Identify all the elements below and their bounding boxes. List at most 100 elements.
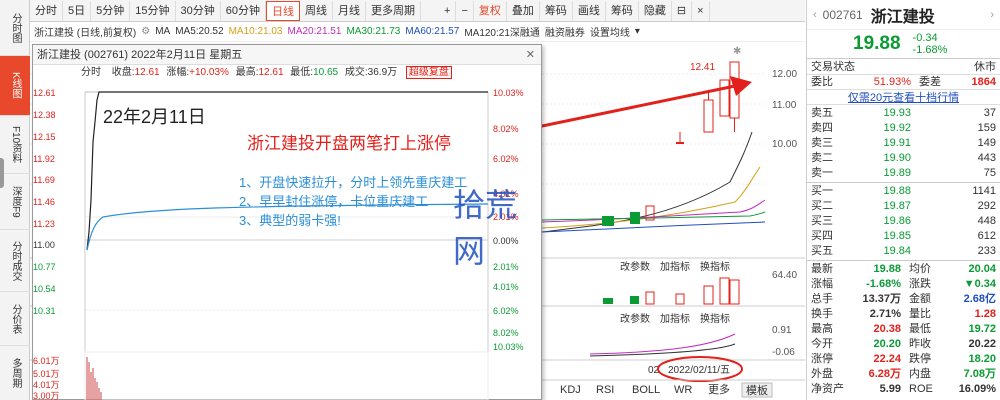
- stat-label: 金额: [909, 293, 931, 305]
- weicha-value: 1864: [971, 76, 996, 88]
- stat-row: 涨幅 -1.68% 涨跌 ▼0.34: [811, 277, 996, 292]
- ask-row[interactable]: 卖四 19.92 159: [811, 121, 996, 136]
- ask-volume: 37: [983, 107, 996, 119]
- ask-price: 19.89: [883, 167, 911, 179]
- nav-kline[interactable]: K线图: [0, 56, 30, 116]
- margin-trading-link[interactable]: 融资融券: [545, 24, 585, 39]
- collapse-handle[interactable]: [0, 158, 4, 188]
- toolbar: 分时 5日 5分钟 15分钟 30分钟 60分钟 日线 周线 月线 更多周期 +…: [30, 0, 805, 22]
- tab-more[interactable]: 更多: [708, 382, 730, 396]
- stat-value: 19.88: [873, 263, 901, 275]
- bid-row[interactable]: 买二 19.87 292: [811, 199, 996, 214]
- ask-row[interactable]: 卖五 19.93 37: [811, 106, 996, 121]
- bid-row[interactable]: 买三 19.86 448: [811, 214, 996, 229]
- ask-level-label: 卖二: [811, 152, 833, 164]
- popup-info-row: 分时 收盘:12.61 涨幅:+10.03% 最高:12.61 最低:10.65…: [33, 65, 541, 81]
- chevron-down-icon[interactable]: ▾: [635, 26, 640, 37]
- settings-icon[interactable]: ⚙: [141, 26, 150, 37]
- popup-title-bar: 浙江建投 (002761) 2022年2月11日 星期五 ✕: [33, 45, 541, 65]
- ask-row[interactable]: 卖二 19.90 443: [811, 151, 996, 166]
- tab-kdj[interactable]: KDJ: [560, 384, 581, 396]
- nav-intraday[interactable]: 分时图: [0, 0, 30, 56]
- stat-value: 6.28万: [868, 368, 901, 380]
- left-nav: 分时图 K线图 F10资料 深度F9 分时成交 分价表 多周期: [0, 0, 30, 400]
- nav-price-table[interactable]: 分价表: [0, 292, 30, 346]
- ask-volume: 75: [983, 167, 996, 179]
- chips-button[interactable]: 筹码: [540, 0, 573, 21]
- super-replay-button[interactable]: 超级复盘: [405, 66, 452, 79]
- chips2-button[interactable]: 筹码: [606, 0, 639, 21]
- nav-price-table-label: 分价表: [10, 303, 21, 334]
- intraday-popup: 浙江建投 (002761) 2022年2月11日 星期五 ✕ 分时 收盘:12.…: [32, 44, 542, 400]
- stat-row: 外盘 6.28万 内盘 7.08万: [811, 367, 996, 382]
- vol-switch-indicator-button[interactable]: 换指标: [700, 260, 730, 273]
- ma-settings-link[interactable]: 设置均线: [590, 24, 630, 39]
- period-intraday[interactable]: 分时: [30, 0, 63, 21]
- period-monthly[interactable]: 月线: [333, 0, 366, 21]
- bid-level-label: 买三: [811, 215, 833, 227]
- bid-volume: 612: [977, 230, 996, 242]
- stat-label: ROE: [909, 383, 933, 395]
- macd-add-indicator-button[interactable]: 加指标: [660, 312, 690, 325]
- note-3: 3、典型的弱卡强!: [239, 213, 341, 228]
- close-icon[interactable]: ×: [692, 0, 710, 21]
- ask-row[interactable]: 卖一 19.89 75: [811, 166, 996, 181]
- vol-add-indicator-button[interactable]: 加指标: [660, 260, 690, 273]
- overlay-button[interactable]: 叠加: [507, 0, 540, 21]
- adjust-button[interactable]: 复权: [474, 0, 507, 21]
- nav-intraday-label: 分时图: [10, 12, 21, 43]
- popup-close-icon[interactable]: ✕: [526, 45, 535, 65]
- note-1: 1、开盘快速拉升，分时上领先重庆建工: [239, 175, 468, 190]
- level2-link[interactable]: 仅需20元查看十档行情: [848, 92, 959, 104]
- nav-multi-period[interactable]: 多周期: [0, 346, 30, 400]
- period-more[interactable]: 更多周期: [366, 0, 421, 21]
- info-vol-label: 成交:: [344, 67, 368, 78]
- quote-panel: ‹ 002761 浙江建投 › 19.88 -0.34 -1.68% 交易状态 …: [806, 0, 1000, 400]
- zoom-out-button[interactable]: −: [456, 0, 474, 21]
- lp-4: 11.69: [33, 175, 55, 185]
- zoom-in-button[interactable]: +: [439, 0, 457, 21]
- stat-value: 2.71%: [869, 308, 901, 320]
- restore-icon[interactable]: ⊟: [672, 0, 693, 21]
- bid-row[interactable]: 买一 19.88 1141: [811, 184, 996, 199]
- tab-wr[interactable]: WR: [674, 384, 692, 396]
- period-60min[interactable]: 60分钟: [221, 0, 266, 21]
- stat-label: 涨停: [811, 353, 833, 365]
- ask-row[interactable]: 卖三 19.91 149: [811, 136, 996, 151]
- vol-params-button[interactable]: 改参数: [620, 260, 650, 273]
- stats-table: 最新 19.88 均价 20.04 涨幅 -1.68% 涨跌 ▼0.34 总手 13.37万 金额 2…: [807, 261, 1000, 398]
- period-30min[interactable]: 30分钟: [176, 0, 221, 21]
- period-daily[interactable]: 日线: [266, 0, 300, 21]
- period-5min[interactable]: 5分钟: [91, 0, 131, 21]
- tab-template[interactable]: 模板: [746, 383, 768, 397]
- bid-volume: 292: [977, 200, 996, 212]
- price-change-pct: -1.68%: [912, 44, 948, 56]
- macd-switch-indicator-button[interactable]: 换指标: [700, 312, 730, 325]
- nav-f10[interactable]: F10资料: [0, 116, 30, 174]
- tab-rsi[interactable]: RSI: [596, 384, 614, 396]
- draw-button[interactable]: 画线: [573, 0, 606, 21]
- bid-row[interactable]: 买五 19.84 233: [811, 244, 996, 259]
- stat-value: 20.20: [873, 338, 901, 350]
- nav-depth[interactable]: 深度F9: [0, 174, 30, 230]
- stat-value: 7.08万: [963, 368, 996, 380]
- macd-params-button[interactable]: 改参数: [620, 312, 650, 325]
- stat-label: 最高: [811, 323, 833, 335]
- stat-value: 20.04: [968, 263, 996, 275]
- tab-boll[interactable]: BOLL: [632, 384, 660, 396]
- stock-name: 浙江建投: [870, 8, 935, 26]
- period-5day[interactable]: 5日: [63, 0, 92, 21]
- nav-trades[interactable]: 分时成交: [0, 230, 30, 292]
- vol-axis: 6.01万 5.01万 4.01万 3.00万: [33, 356, 60, 400]
- next-stock-icon[interactable]: ›: [990, 9, 994, 21]
- rp-10: 10.03%: [493, 342, 524, 352]
- prev-stock-icon[interactable]: ‹: [813, 9, 817, 21]
- bid-row[interactable]: 买四 19.85 612: [811, 229, 996, 244]
- period-15min[interactable]: 15分钟: [130, 0, 176, 21]
- period-weekly[interactable]: 周线: [300, 0, 333, 21]
- lp-3: 11.92: [33, 154, 55, 164]
- chart-caption: 浙江建投 (日线,前复权): [34, 28, 137, 39]
- stat-row: 总手 13.37万 金额 2.68亿: [811, 292, 996, 307]
- hide-button[interactable]: 隐藏: [639, 0, 672, 21]
- info-close-label: 收盘:: [111, 67, 135, 78]
